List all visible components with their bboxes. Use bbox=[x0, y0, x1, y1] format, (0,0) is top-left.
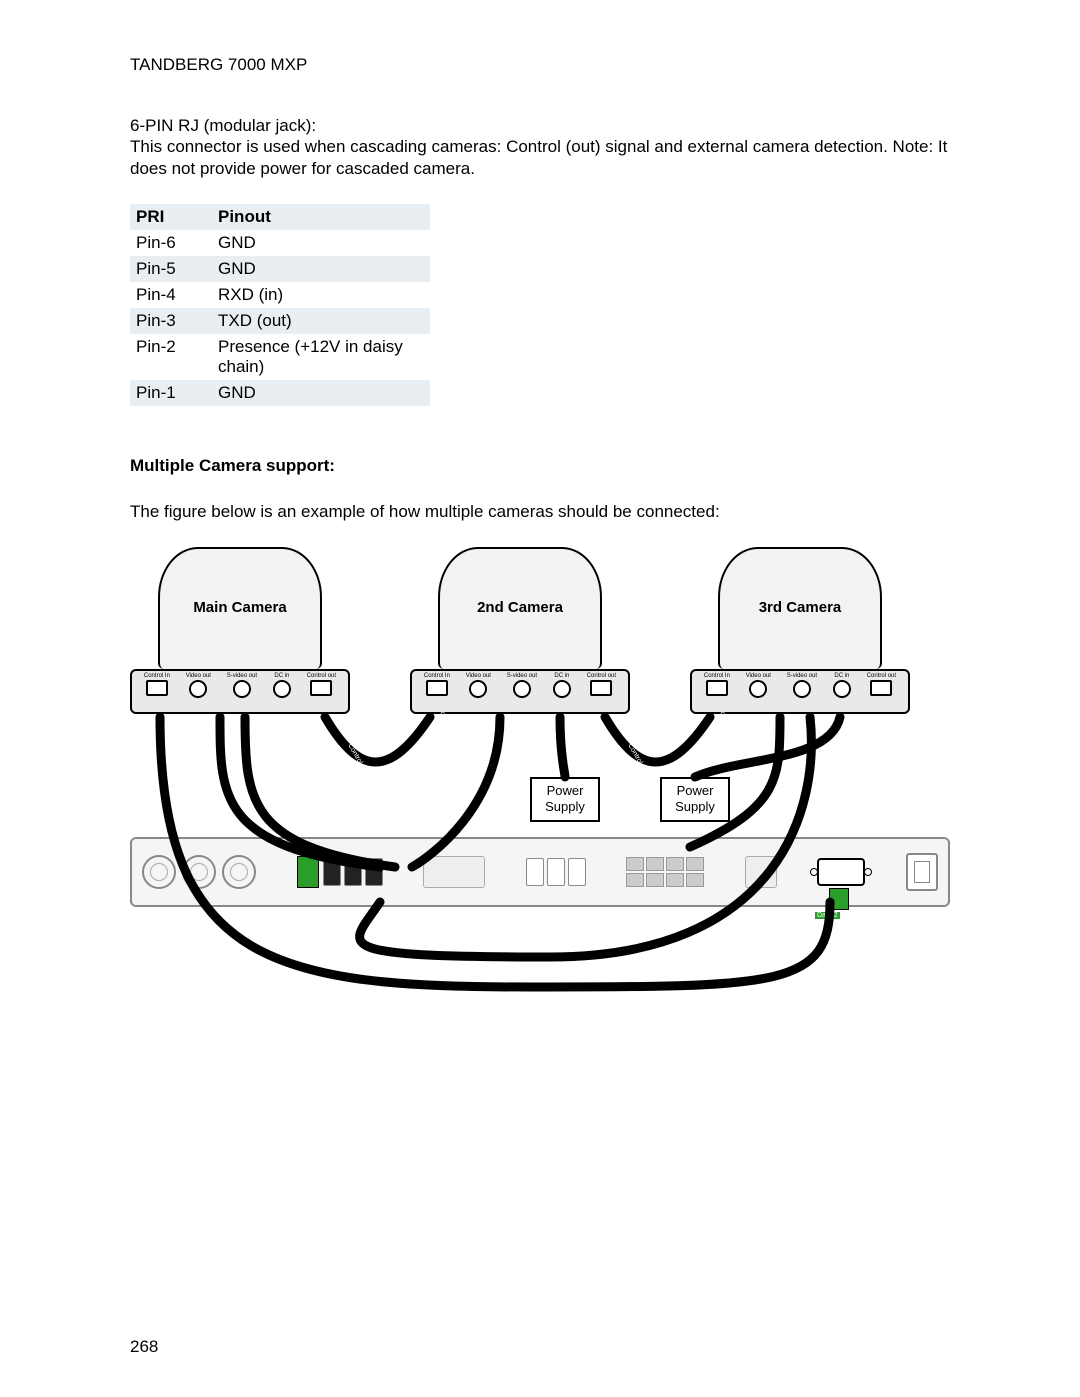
power-supply-box: Power Supply bbox=[660, 777, 730, 822]
table-cell: Pin-6 bbox=[130, 230, 212, 256]
cable-label-control-in: Control In bbox=[426, 710, 447, 740]
control-in-port bbox=[426, 680, 448, 696]
video-out-port bbox=[749, 680, 767, 698]
control-out-port bbox=[310, 680, 332, 696]
codec-block bbox=[423, 856, 485, 888]
port-label: Video out bbox=[746, 673, 771, 679]
port-label: S-video out bbox=[787, 673, 817, 679]
codec-video-out-ports bbox=[526, 858, 586, 886]
port-label: Video out bbox=[186, 673, 211, 679]
port-label: Control In bbox=[424, 673, 450, 679]
control-in-port bbox=[146, 680, 168, 696]
codec-video-in-ports bbox=[323, 858, 383, 886]
psu-label-line2: Supply bbox=[675, 799, 715, 814]
port-label: DC in bbox=[834, 673, 849, 679]
camera-label: 2nd Camera bbox=[440, 599, 600, 616]
table-cell: Pin-4 bbox=[130, 282, 212, 308]
port-label: Video out bbox=[466, 673, 491, 679]
rj-subtitle: 6-PIN RJ (modular jack): bbox=[130, 116, 316, 135]
camera-body: Main Camera bbox=[158, 547, 322, 669]
table-cell: Pin-3 bbox=[130, 308, 212, 334]
dc-in-port bbox=[833, 680, 851, 698]
rj-section: 6-PIN RJ (modular jack): This connector … bbox=[130, 115, 950, 179]
codec-power-inlet bbox=[906, 853, 938, 891]
port-label: Control out bbox=[867, 673, 896, 679]
second-camera: 2nd Camera Control In Video out S-video … bbox=[410, 547, 630, 714]
camera-body: 3rd Camera bbox=[718, 547, 882, 669]
control-in-port bbox=[706, 680, 728, 696]
codec-network-ports bbox=[626, 857, 704, 887]
codec-block bbox=[745, 856, 777, 888]
codec-unit bbox=[130, 837, 950, 907]
main-camera: Main Camera Control In Video out S-video… bbox=[130, 547, 350, 714]
table-cell: Pin-2 bbox=[130, 334, 212, 380]
psu-label-line1: Power bbox=[547, 783, 584, 798]
table-cell: TXD (out) bbox=[212, 308, 430, 334]
cable-label-control-in: Control In bbox=[706, 710, 727, 740]
camera-wiring-diagram: Main Camera Control In Video out S-video… bbox=[130, 547, 950, 1027]
port-label: S-video out bbox=[227, 673, 257, 679]
power-supply-box: Power Supply bbox=[530, 777, 600, 822]
camera-base: Control In Video out S-video out DC in C… bbox=[130, 669, 350, 714]
dc-in-port bbox=[273, 680, 291, 698]
table-cell: GND bbox=[212, 380, 430, 406]
control-out-port bbox=[870, 680, 892, 696]
codec-green-port bbox=[297, 856, 319, 888]
table-cell: RXD (in) bbox=[212, 282, 430, 308]
table-cell: Presence (+12V in daisy chain) bbox=[212, 334, 430, 380]
camera-label: 3rd Camera bbox=[720, 599, 880, 616]
svideo-out-port bbox=[513, 680, 531, 698]
svideo-out-port bbox=[793, 680, 811, 698]
port-label: Control In bbox=[144, 673, 170, 679]
pinout-table: PRI Pinout Pin-6 GND Pin-5 GND Pin-4 RXD… bbox=[130, 204, 430, 406]
pinout-header-pinout: Pinout bbox=[212, 204, 430, 230]
svideo-out-port bbox=[233, 680, 251, 698]
multi-camera-intro: The figure below is an example of how mu… bbox=[130, 501, 950, 522]
port-label: Control out bbox=[587, 673, 616, 679]
multi-camera-heading: Multiple Camera support: bbox=[130, 456, 950, 476]
table-cell: Pin-1 bbox=[130, 380, 212, 406]
camera-base: Control In Video out S-video out DC in C… bbox=[690, 669, 910, 714]
table-cell: GND bbox=[212, 256, 430, 282]
rj-description: This connector is used when cascading ca… bbox=[130, 137, 947, 177]
video-out-port bbox=[469, 680, 487, 698]
port-label: DC in bbox=[554, 673, 569, 679]
codec-data-port bbox=[817, 858, 865, 886]
port-label: S-video out bbox=[507, 673, 537, 679]
page-number: 268 bbox=[130, 1337, 158, 1357]
dc-in-port bbox=[553, 680, 571, 698]
page-header-title: TANDBERG 7000 MXP bbox=[130, 55, 950, 75]
camera-body: 2nd Camera bbox=[438, 547, 602, 669]
codec-audio-jacks bbox=[142, 855, 256, 889]
table-cell: GND bbox=[212, 230, 430, 256]
cable-label-control-out: Control Out bbox=[346, 743, 370, 778]
port-label: DC in bbox=[274, 673, 289, 679]
control-out-port bbox=[590, 680, 612, 696]
psu-label-line1: Power bbox=[677, 783, 714, 798]
codec-data-indicator bbox=[829, 888, 849, 910]
table-cell: Pin-5 bbox=[130, 256, 212, 282]
cable-label-control-out: Control Out bbox=[626, 743, 650, 778]
third-camera: 3rd Camera Control In Video out S-video … bbox=[690, 547, 910, 714]
psu-label-line2: Supply bbox=[545, 799, 585, 814]
video-out-port bbox=[189, 680, 207, 698]
port-label: Control out bbox=[307, 673, 336, 679]
camera-base: Control In Video out S-video out DC in C… bbox=[410, 669, 630, 714]
pinout-header-pri: PRI bbox=[130, 204, 212, 230]
camera-label: Main Camera bbox=[160, 599, 320, 616]
port-label: Control In bbox=[704, 673, 730, 679]
codec-data-port-label: Data 2 bbox=[815, 912, 840, 919]
document-page: TANDBERG 7000 MXP 6-PIN RJ (modular jack… bbox=[0, 0, 1080, 1397]
